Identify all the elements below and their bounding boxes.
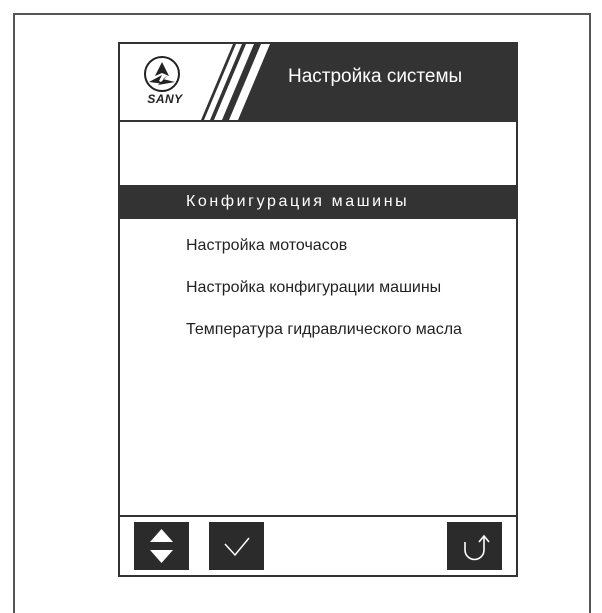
- menu-item-hydraulic-oil-temperature[interactable]: Температура гидравлического масла: [120, 313, 516, 347]
- up-down-button[interactable]: [134, 522, 189, 570]
- device-screen: SANY Настройка системы Конфигурация маши…: [118, 42, 518, 577]
- menu-item-machine-configuration[interactable]: Конфигурация машины: [120, 185, 516, 219]
- up-down-arrows-icon: [150, 529, 173, 563]
- menu-item-hour-meter-setting[interactable]: Настройка моточасов: [120, 229, 516, 263]
- confirm-button[interactable]: [209, 522, 264, 570]
- brand-text: SANY: [147, 92, 183, 106]
- checkmark-icon: [224, 537, 250, 557]
- back-button[interactable]: [447, 522, 502, 570]
- back-return-icon: [464, 534, 490, 561]
- screen-header: SANY Настройка системы: [120, 44, 516, 122]
- footer-divider: [120, 515, 516, 517]
- page-title: Настройка системы: [288, 66, 463, 87]
- menu-item-machine-configuration-setting[interactable]: Настройка конфигурации машины: [120, 271, 516, 305]
